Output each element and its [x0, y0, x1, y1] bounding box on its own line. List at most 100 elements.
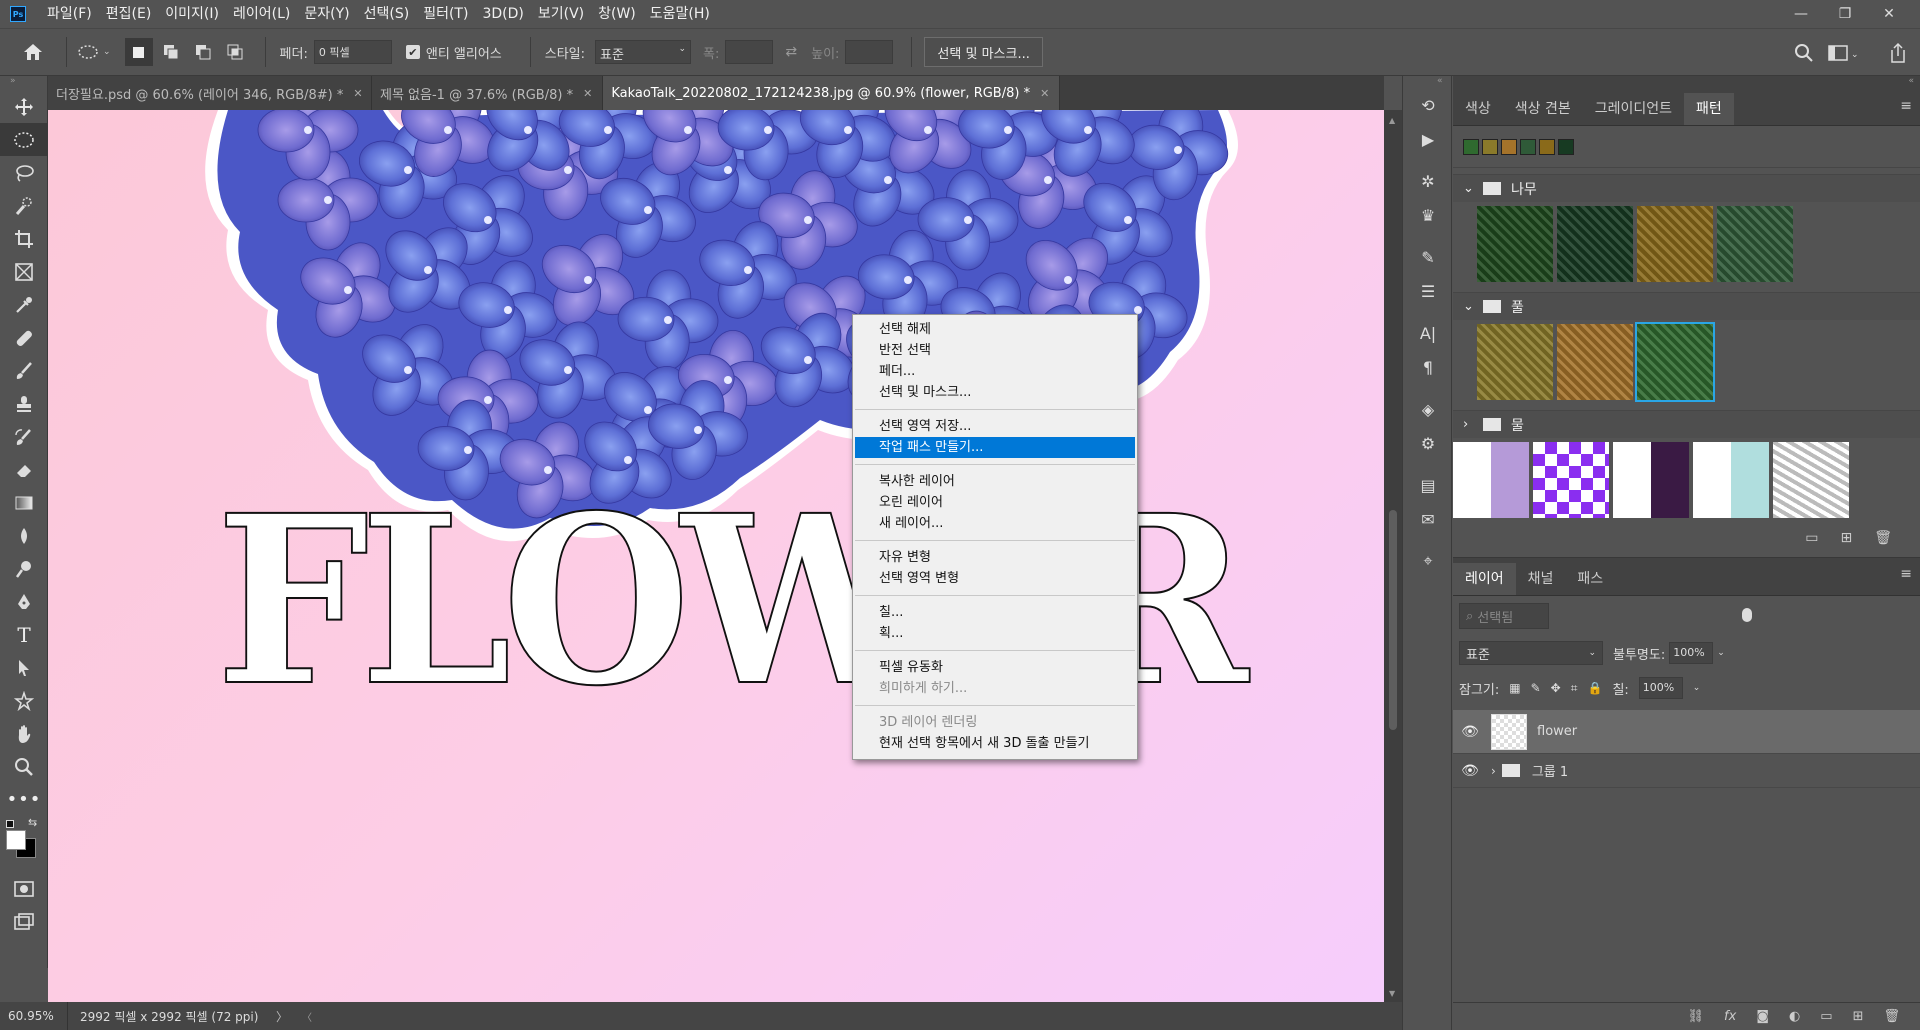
context-menu-item[interactable]: 복사한 레이어: [853, 471, 1137, 492]
swap-colors-icon[interactable]: ⇆: [28, 816, 37, 829]
document-tab[interactable]: 제목 없음-1 @ 37.6% (RGB/8) * ✕: [372, 76, 604, 110]
gradient-tool-icon[interactable]: [0, 486, 48, 519]
recent-pattern-swatch[interactable]: [1520, 138, 1536, 155]
add-mask-icon[interactable]: ◙: [1756, 1009, 1769, 1024]
lasso-tool-icon[interactable]: [0, 156, 48, 189]
eraser-tool-icon[interactable]: [0, 453, 48, 486]
context-menu-item[interactable]: 선택 및 마스크...: [853, 382, 1137, 403]
minimize-icon[interactable]: —: [1778, 0, 1824, 28]
status-expand-icon[interactable]: 〉: [276, 1008, 288, 1025]
path-selection-tool-icon[interactable]: [0, 651, 48, 684]
collapse-right-panels-icon[interactable]: «: [1453, 76, 1920, 88]
context-menu-item[interactable]: 칠...: [853, 602, 1137, 623]
context-menu-item[interactable]: 반전 선택: [853, 340, 1137, 361]
filter-toggle[interactable]: [1742, 608, 1752, 622]
recent-pattern-swatch[interactable]: [1558, 138, 1574, 155]
context-menu-item[interactable]: 오린 레이어: [853, 492, 1137, 513]
color-swatches[interactable]: ⇆: [0, 816, 47, 858]
feather-input[interactable]: 0 픽셀: [313, 40, 392, 64]
menu-item[interactable]: 문자(Y): [297, 0, 356, 28]
layer-row[interactable]: 👁 › 그룹 1: [1453, 754, 1920, 788]
hand-tool-icon[interactable]: [0, 717, 48, 750]
pattern-swatch[interactable]: [1557, 324, 1633, 400]
menu-item[interactable]: 선택(S): [357, 0, 417, 28]
character-panel-icon[interactable]: A|: [1403, 316, 1453, 350]
info-panel-icon[interactable]: ▤: [1403, 468, 1453, 502]
menu-item[interactable]: 보기(V): [531, 0, 591, 28]
chevron-right-icon[interactable]: ›: [1463, 417, 1475, 432]
recent-pattern-swatch[interactable]: [1482, 138, 1498, 155]
panel-tab[interactable]: 채널: [1516, 563, 1566, 595]
fill-dropdown-icon[interactable]: ⌄: [1693, 683, 1701, 693]
pattern-swatch[interactable]: [1693, 442, 1769, 518]
pattern-group-header[interactable]: ⌄ 풀: [1453, 292, 1920, 320]
visibility-eye-icon[interactable]: 👁: [1453, 724, 1487, 740]
menu-item[interactable]: 창(W): [591, 0, 643, 28]
layer-kind-filter[interactable]: ⌕ 선택됨: [1459, 603, 1549, 629]
chevron-down-icon[interactable]: ⌄: [1463, 299, 1475, 314]
link-layers-icon[interactable]: ⛓: [1688, 1009, 1705, 1024]
panel-tab[interactable]: 그레이디언트: [1583, 93, 1684, 125]
menu-item[interactable]: 이미지(I): [158, 0, 226, 28]
menu-item[interactable]: 도움말(H): [643, 0, 717, 28]
canvas-area[interactable]: FLOWER: [48, 110, 1384, 1002]
context-menu-item[interactable]: 선택 영역 저장...: [853, 416, 1137, 437]
recent-pattern-swatch[interactable]: [1501, 138, 1517, 155]
context-menu-item[interactable]: 페더...: [853, 361, 1137, 382]
document-tab[interactable]: KakaoTalk_20220802_172124238.jpg @ 60.9%…: [603, 76, 1061, 110]
healing-brush-tool-icon[interactable]: [0, 321, 48, 354]
panel-tab[interactable]: 색상 견본: [1503, 93, 1583, 125]
context-menu-item[interactable]: 픽셀 유동화: [853, 657, 1137, 678]
opacity-input[interactable]: 100%: [1669, 642, 1714, 664]
zoom-tool-icon[interactable]: [0, 750, 48, 783]
layers-panel-menu-icon[interactable]: ≡: [1900, 566, 1912, 582]
elliptical-marquee-tool-icon[interactable]: [0, 123, 48, 156]
pattern-swatch[interactable]: [1717, 206, 1793, 282]
scroll-left-icon[interactable]: 〈: [302, 1009, 312, 1024]
history-brush-tool-icon[interactable]: [0, 420, 48, 453]
fill-input[interactable]: 100%: [1638, 677, 1683, 699]
menu-item[interactable]: 필터(T): [416, 0, 475, 28]
quick-selection-tool-icon[interactable]: [0, 189, 48, 222]
panel-menu-icon[interactable]: ≡: [1900, 98, 1912, 114]
history-panel-icon[interactable]: ⟲: [1403, 88, 1453, 122]
panel-tab[interactable]: 패스: [1565, 563, 1615, 595]
recent-pattern-swatch[interactable]: [1539, 138, 1555, 155]
menu-item[interactable]: 편집(E): [99, 0, 159, 28]
home-icon[interactable]: [10, 43, 56, 61]
delete-pattern-icon[interactable]: 🗑: [1874, 530, 1892, 546]
chevron-right-icon[interactable]: ›: [1491, 764, 1496, 778]
vertical-scrollbar[interactable]: ▲ ▼: [1384, 110, 1402, 1002]
pattern-swatch[interactable]: [1613, 442, 1689, 518]
panel-tab[interactable]: 색상: [1453, 93, 1503, 125]
context-menu-item[interactable]: 작업 패스 만들기...: [855, 437, 1135, 458]
zoom-level[interactable]: 60.95%: [0, 1002, 68, 1030]
context-menu-item[interactable]: 새 레이어...: [853, 513, 1137, 534]
document-tab[interactable]: 더장필요.psd @ 60.6% (레이어 346, RGB/8#) * ✕: [48, 76, 372, 110]
default-colors-icon[interactable]: [6, 820, 14, 828]
close-tab-icon[interactable]: ✕: [583, 87, 592, 100]
3d-panel-icon[interactable]: ◈: [1403, 392, 1453, 426]
navigator-panel-icon[interactable]: ⌖: [1403, 544, 1453, 578]
type-tool-icon[interactable]: T: [0, 618, 48, 651]
eyedropper-tool-icon[interactable]: [0, 288, 48, 321]
new-selection-icon[interactable]: [124, 38, 153, 66]
pattern-swatch[interactable]: [1773, 442, 1849, 518]
pattern-swatch[interactable]: [1477, 206, 1553, 282]
new-group-icon[interactable]: ▭: [1805, 530, 1818, 546]
elliptical-marquee-icon[interactable]: ⌄: [77, 44, 111, 60]
more-tools-icon[interactable]: •••: [0, 783, 48, 816]
collapse-panels-icon[interactable]: «: [1403, 76, 1451, 88]
dodge-tool-icon[interactable]: [0, 552, 48, 585]
screen-mode-icon[interactable]: [0, 905, 48, 938]
add-selection-icon[interactable]: [157, 38, 185, 66]
crop-tool-icon[interactable]: [0, 222, 48, 255]
select-and-mask-button[interactable]: 선택 및 마스크...: [924, 37, 1043, 67]
document-canvas[interactable]: FLOWER: [48, 110, 1384, 1002]
restore-icon[interactable]: ❐: [1822, 0, 1868, 28]
new-layer-icon[interactable]: ⊞: [1853, 1009, 1864, 1024]
pattern-group-header[interactable]: › 물: [1453, 410, 1920, 438]
context-menu-item[interactable]: 현재 선택 항목에서 새 3D 돌출 만들기: [853, 733, 1137, 754]
adjustment-layer-icon[interactable]: ◐: [1789, 1009, 1800, 1024]
lock-transparent-icon[interactable]: ▦: [1509, 681, 1520, 695]
